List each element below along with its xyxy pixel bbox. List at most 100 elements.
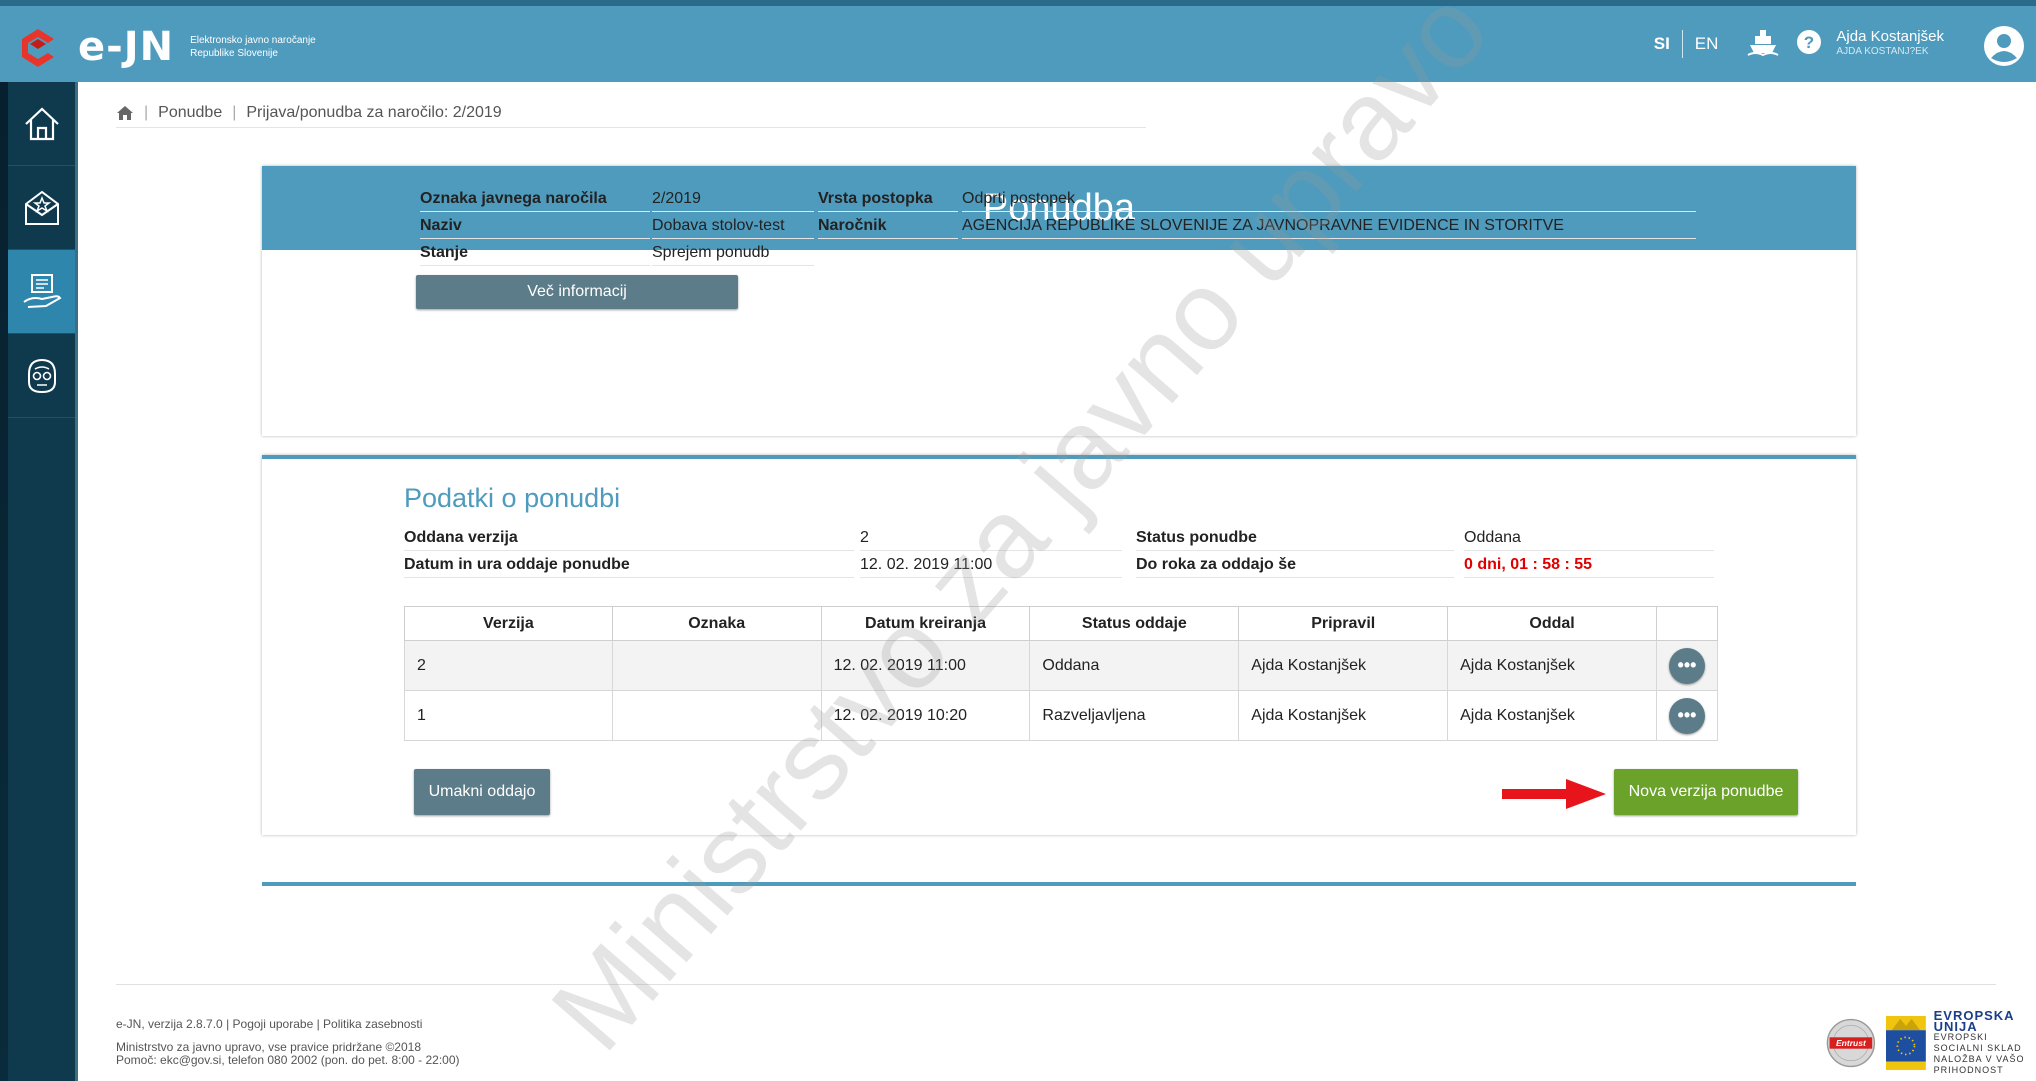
eu-sub3: NALOŽBA V VAŠO PRIHODNOST xyxy=(1933,1054,2025,1075)
offer-summary-card: Ponudba Oznaka javnega naročila 2/2019 N… xyxy=(262,166,1856,436)
cell-datum: 12. 02. 2019 10:20 xyxy=(820,690,1031,741)
value-vrsta-postopka: Odprti postopek xyxy=(962,186,1696,212)
cell-status: Oddana xyxy=(1029,640,1240,691)
details-title: Podatki o ponudbi xyxy=(404,483,621,513)
cell-pripravil: Ajda Kostanjšek xyxy=(1238,690,1449,741)
versions-table: Verzija Oznaka Datum kreiranja Status od… xyxy=(404,606,1719,741)
value-narocnik: AGENCIJA REPUBLIKE SLOVENIJE ZA JAVNOPRA… xyxy=(962,213,1696,239)
col-oddal[interactable]: Oddal xyxy=(1447,606,1657,641)
cell-actions: ••• xyxy=(1655,690,1719,741)
avatar-icon[interactable] xyxy=(1982,24,2026,73)
value-status-ponudbe: Oddana xyxy=(1464,525,1714,551)
ship-icon[interactable] xyxy=(1746,27,1780,62)
red-arrow-annotation xyxy=(1502,779,1606,809)
cell-oddal: Ajda Kostanjšek xyxy=(1447,640,1657,691)
user-name: Ajda Kostanjšek xyxy=(1836,28,1944,45)
esf-logo-icon xyxy=(1885,1015,1926,1071)
footer-privacy-link[interactable]: Politika zasebnosti xyxy=(323,1017,422,1031)
home-breadcrumb-icon[interactable] xyxy=(116,105,134,121)
label-rok: Do roka za oddajo še xyxy=(1136,552,1454,578)
footer-version: e-JN, verzija 2.8.7.0 xyxy=(116,1017,223,1031)
sidebar-item-offers[interactable] xyxy=(8,250,75,334)
value-oznaka: 2/2019 xyxy=(652,186,814,212)
label-vrsta-postopka: Vrsta postopka xyxy=(818,186,958,212)
more-info-button[interactable]: Več informacij xyxy=(416,275,738,309)
value-datum-oddaje: 12. 02. 2019 11:00 xyxy=(860,552,1122,578)
cell-verzija: 1 xyxy=(404,690,613,741)
cell-oddal: Ajda Kostanjšek xyxy=(1447,690,1657,741)
entrust-text: Entrust xyxy=(1836,1038,1867,1048)
value-oddana-verzija: 2 xyxy=(860,525,1122,551)
user-info[interactable]: Ajda Kostanjšek AJDA KOSTANJ?EK xyxy=(1836,29,1944,59)
lang-si-button[interactable]: SI xyxy=(1642,30,1683,58)
lang-en-button[interactable]: EN xyxy=(1683,30,1731,58)
footer-terms-link[interactable]: Pogoji uporabe xyxy=(233,1017,314,1031)
top-bar: e-JN Elektronsko javno naročanje Republi… xyxy=(0,0,2036,82)
footer-help: Pomoč: ekc@gov.si, telefon 080 2002 (pon… xyxy=(116,1053,460,1067)
breadcrumb-separator: | xyxy=(232,104,237,121)
breadcrumb-ponudbe-link[interactable]: Ponudbe xyxy=(158,104,222,122)
label-narocnik: Naročnik xyxy=(818,213,958,239)
eu-sub2: SOCIALNI SKLAD xyxy=(1933,1043,2022,1053)
sidebar-item-home[interactable] xyxy=(8,82,75,166)
cell-oznaka xyxy=(611,690,822,741)
cell-actions: ••• xyxy=(1655,640,1719,691)
eu-text: EVROPSKA UNIJA EVROPSKI SOCIALNI SKLAD N… xyxy=(1933,1008,2036,1076)
top-right-controls: SI EN ? Ajda Kostanjšek AJDA KOSTANJ?EK xyxy=(1642,6,2036,82)
main-content: | Ponudbe | Prijava/ponudba za naročilo:… xyxy=(78,82,2036,1081)
col-verzija[interactable]: Verzija xyxy=(404,606,613,641)
label-stanje: Stanje xyxy=(420,240,650,266)
sidebar-item-notices[interactable] xyxy=(8,166,75,250)
home-icon xyxy=(24,106,59,140)
more-options-icon[interactable]: ••• xyxy=(1668,697,1705,734)
label-oznaka: Oznaka javnega naročila xyxy=(420,186,650,212)
ejn-logo-icon xyxy=(22,29,54,67)
col-datum-kreiranja[interactable]: Datum kreiranja xyxy=(820,606,1031,641)
col-pripravil[interactable]: Pripravil xyxy=(1238,606,1449,641)
cell-oznaka xyxy=(611,640,822,691)
logo-text: e-JN xyxy=(78,24,175,70)
footer: e-JN, verzija 2.8.7.0 | Pogoji uporabe |… xyxy=(116,984,2023,1075)
logo[interactable]: e-JN Elektronsko javno naročanje Republi… xyxy=(18,24,316,70)
label-datum-oddaje: Datum in ura oddaje ponudbe xyxy=(404,552,854,578)
col-actions xyxy=(1655,606,1719,641)
footer-links: e-JN, verzija 2.8.7.0 | Pogoji uporabe |… xyxy=(116,1017,422,1031)
svg-text:?: ? xyxy=(1804,33,1814,52)
eu-title: EVROPSKA UNIJA xyxy=(1933,1008,2015,1034)
left-edge xyxy=(0,82,8,1081)
cell-datum: 12. 02. 2019 11:00 xyxy=(820,640,1031,691)
offer-details-card: Podatki o ponudbi Oddana verzija 2 Datum… xyxy=(262,455,1856,835)
sidebar xyxy=(8,82,78,1081)
table-row[interactable]: 2 12. 02. 2019 11:00 Oddana Ajda Kostanj… xyxy=(404,640,1719,691)
user-username: AJDA KOSTANJ?EK xyxy=(1836,46,1929,57)
hand-document-icon xyxy=(22,273,61,308)
cell-status: Razveljavljena xyxy=(1029,690,1240,741)
breadcrumb-separator: | xyxy=(144,104,149,121)
value-stanje: Sprejem ponudb xyxy=(652,240,814,266)
logo-subtitle: Elektronsko javno naročanje Republike Sl… xyxy=(190,34,316,60)
value-naziv: Dobava stolov-test xyxy=(652,213,814,239)
sidebar-item-support[interactable] xyxy=(8,334,75,418)
envelope-star-icon xyxy=(24,190,59,225)
withdraw-submission-button[interactable]: Umakni oddajo xyxy=(414,769,550,815)
more-options-icon[interactable]: ••• xyxy=(1668,647,1705,684)
label-oddana-verzija: Oddana verzija xyxy=(404,525,854,551)
value-rok-countdown: 0 dni, 01 : 58 : 55 xyxy=(1464,552,1714,578)
breadcrumb-current: Prijava/ponudba za naročilo: 2/2019 xyxy=(246,104,502,121)
footer-logos: Entrust EVROPSKA UNIJA EVROPSKI SOCIALNI… xyxy=(1826,1005,2036,1081)
entrust-seal-icon: Entrust xyxy=(1826,1018,1876,1068)
table-row[interactable]: 1 12. 02. 2019 10:20 Razveljavljena Ajda… xyxy=(404,690,1719,741)
label-status-ponudbe: Status ponudbe xyxy=(1136,525,1454,551)
cell-verzija: 2 xyxy=(404,640,613,691)
eu-sub1: EVROPSKI xyxy=(1933,1032,1988,1042)
breadcrumb-divider xyxy=(116,127,1146,128)
col-status-oddaje[interactable]: Status oddaje xyxy=(1029,606,1240,641)
content-bottom-divider xyxy=(262,882,1856,886)
col-oznaka[interactable]: Oznaka xyxy=(611,606,822,641)
footer-info: Ministrstvo za javno upravo, vse pravice… xyxy=(116,1041,460,1067)
new-version-button[interactable]: Nova verzija ponudbe xyxy=(1614,769,1798,815)
logo-subtitle-line1: Elektronsko javno naročanje xyxy=(190,35,316,46)
table-header-row: Verzija Oznaka Datum kreiranja Status od… xyxy=(404,606,1719,641)
support-head-icon xyxy=(27,358,56,393)
help-icon[interactable]: ? xyxy=(1796,29,1822,60)
